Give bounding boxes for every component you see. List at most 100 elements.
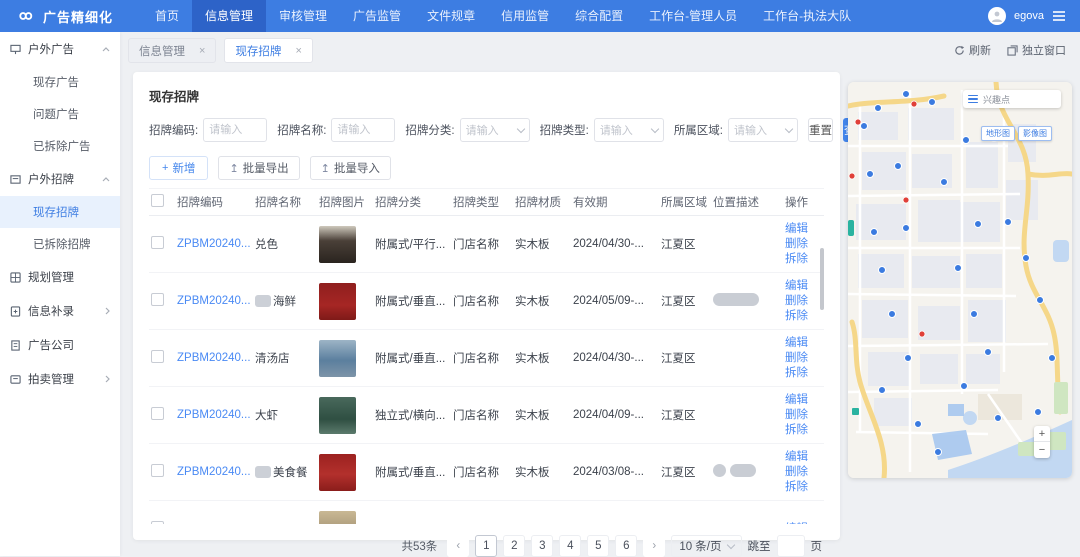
- user-avatar[interactable]: [988, 7, 1006, 25]
- demolish-link[interactable]: 拆除: [785, 252, 822, 267]
- sign-name: 兑色: [255, 239, 278, 251]
- document-plus-icon: [10, 306, 21, 317]
- filter-label: 所属区域:: [674, 122, 723, 138]
- delete-link[interactable]: 删除: [785, 408, 822, 423]
- sidebar-item-existing-ads[interactable]: 现存广告: [0, 66, 120, 98]
- row-checkbox[interactable]: [151, 407, 164, 420]
- sign-photo[interactable]: [319, 397, 356, 434]
- batch-import-button[interactable]: ↥批量导入: [310, 156, 391, 180]
- col-sign-type: 招牌类型: [451, 189, 513, 216]
- sidebar-item-problem-ads[interactable]: 问题广告: [0, 98, 120, 130]
- delete-link[interactable]: 删除: [785, 351, 822, 366]
- nav-item-review-mgmt[interactable]: 审核管理: [266, 0, 340, 32]
- sidebar-group-info-supplement[interactable]: 信息补录: [0, 294, 120, 328]
- nav-item-home[interactable]: 首页: [142, 0, 192, 32]
- reset-button[interactable]: 重置: [808, 118, 833, 142]
- redacted-text: [713, 464, 726, 477]
- sidebar-group-ad-company[interactable]: 广告公司: [0, 328, 120, 362]
- sign-name: 美食餐: [273, 467, 308, 479]
- refresh-button[interactable]: 刷新: [954, 42, 991, 58]
- menu-burger-icon[interactable]: [1052, 10, 1066, 22]
- batch-export-button[interactable]: ↥批量导出: [218, 156, 299, 180]
- prev-page-button[interactable]: ‹: [447, 535, 469, 557]
- table-scrollbar[interactable]: [820, 248, 824, 310]
- sign-photo[interactable]: [319, 226, 356, 263]
- nav-item-credit-supervision[interactable]: 信用监管: [488, 0, 562, 32]
- sign-photo[interactable]: [319, 340, 356, 377]
- jump-page-input[interactable]: [777, 535, 805, 557]
- edit-link[interactable]: 编辑: [785, 222, 822, 237]
- region-cell: 江夏区: [659, 273, 711, 330]
- sidebar-item-removed-signs[interactable]: 已拆除招牌: [0, 228, 120, 260]
- sign-code-link[interactable]: ZPBM20240...: [177, 295, 251, 307]
- table-row-partial: 编辑: [149, 501, 824, 525]
- delete-link[interactable]: 删除: [785, 237, 822, 252]
- row-checkbox[interactable]: [151, 236, 164, 249]
- page-button-1[interactable]: 1: [475, 535, 497, 557]
- page-button-5[interactable]: 5: [587, 535, 609, 557]
- zoom-in-button[interactable]: +: [1034, 426, 1050, 442]
- standalone-window-button[interactable]: 独立窗口: [1007, 42, 1066, 58]
- page-button-2[interactable]: 2: [503, 535, 525, 557]
- chevron-down-icon: [516, 124, 524, 132]
- sign-code-link[interactable]: ZPBM20240...: [177, 466, 251, 478]
- sign-type-select[interactable]: 请输入: [594, 118, 664, 142]
- sign-photo[interactable]: [319, 454, 356, 491]
- page-size-select[interactable]: 10 条/页: [671, 535, 741, 557]
- chevron-down-icon: [651, 124, 659, 132]
- nav-item-config[interactable]: 综合配置: [562, 0, 636, 32]
- edit-link[interactable]: 编辑: [785, 450, 822, 465]
- sign-code-input[interactable]: [203, 118, 267, 142]
- nav-item-document-rules[interactable]: 文件规章: [414, 0, 488, 32]
- region-select[interactable]: 请输入: [728, 118, 798, 142]
- row-checkbox[interactable]: [151, 464, 164, 477]
- sidebar-group-auction[interactable]: 拍卖管理: [0, 362, 120, 396]
- sign-category-select[interactable]: 请输入: [460, 118, 530, 142]
- row-checkbox[interactable]: [151, 521, 164, 524]
- terrain-layer-button[interactable]: 地形图: [981, 126, 1015, 141]
- nav-item-ad-supervision[interactable]: 广告监管: [340, 0, 414, 32]
- edit-link[interactable]: 编辑: [785, 522, 822, 525]
- sign-name-input[interactable]: [331, 118, 395, 142]
- imagery-layer-button[interactable]: 影像图: [1018, 126, 1052, 141]
- sign-code-link[interactable]: ZPBM20240...: [177, 238, 251, 250]
- select-all-checkbox[interactable]: [151, 194, 164, 207]
- demolish-link[interactable]: 拆除: [785, 366, 822, 381]
- map-canvas[interactable]: [848, 82, 1072, 478]
- row-checkbox[interactable]: [151, 293, 164, 306]
- sign-photo[interactable]: [319, 283, 356, 320]
- sidebar-group-outdoor-signs[interactable]: 户外招牌: [0, 162, 120, 196]
- demolish-link[interactable]: 拆除: [785, 309, 822, 324]
- map-search-box[interactable]: 兴趣点: [963, 90, 1061, 108]
- sidebar-item-removed-ads[interactable]: 已拆除广告: [0, 130, 120, 162]
- page-button-6[interactable]: 6: [615, 535, 637, 557]
- close-icon[interactable]: ×: [199, 45, 205, 57]
- edit-link[interactable]: 编辑: [785, 279, 822, 294]
- edit-link[interactable]: 编辑: [785, 393, 822, 408]
- sidebar-group-outdoor-ads[interactable]: 户外广告: [0, 32, 120, 66]
- close-icon[interactable]: ×: [295, 45, 301, 57]
- edit-link[interactable]: 编辑: [785, 336, 822, 351]
- sidebar-item-existing-signs[interactable]: 现存招牌: [0, 196, 120, 228]
- delete-link[interactable]: 删除: [785, 465, 822, 480]
- sign-photo[interactable]: [319, 511, 356, 525]
- sign-code-link[interactable]: ZPBM20240...: [177, 409, 251, 421]
- nav-item-workbench-admin[interactable]: 工作台-管理人员: [636, 0, 750, 32]
- demolish-link[interactable]: 拆除: [785, 480, 822, 495]
- demolish-link[interactable]: 拆除: [785, 423, 822, 438]
- nav-item-info-mgmt[interactable]: 信息管理: [192, 0, 266, 32]
- row-checkbox[interactable]: [151, 350, 164, 363]
- page-button-4[interactable]: 4: [559, 535, 581, 557]
- location-cell: [711, 273, 783, 330]
- tab-existing-signs[interactable]: 现存招牌 ×: [224, 38, 312, 63]
- sidebar-group-planning[interactable]: 规划管理: [0, 260, 120, 294]
- nav-item-workbench-enforcement[interactable]: 工作台-执法大队: [750, 0, 864, 32]
- add-button[interactable]: +新增: [149, 156, 208, 180]
- tab-info-mgmt[interactable]: 信息管理 ×: [128, 38, 216, 63]
- sign-code-link[interactable]: ZPBM20240...: [177, 352, 251, 364]
- delete-link[interactable]: 删除: [785, 294, 822, 309]
- next-page-button[interactable]: ›: [643, 535, 665, 557]
- page-button-3[interactable]: 3: [531, 535, 553, 557]
- zoom-out-button[interactable]: −: [1034, 442, 1050, 458]
- sign-material-cell: 实木板: [513, 216, 571, 273]
